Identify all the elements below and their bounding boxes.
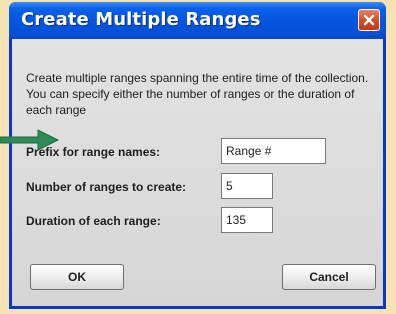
dialog-title: Create Multiple Ranges	[21, 9, 261, 30]
cancel-button[interactable]: Cancel	[282, 264, 376, 290]
arrow-right-icon	[0, 129, 60, 151]
close-button[interactable]	[358, 9, 380, 31]
count-label: Number of ranges to create:	[26, 180, 187, 194]
duration-label: Duration of each range:	[26, 214, 161, 228]
create-multiple-ranges-dialog: Create Multiple Ranges Create multiple r…	[9, 2, 386, 309]
duration-input[interactable]	[221, 207, 273, 233]
dialog-titlebar[interactable]: Create Multiple Ranges	[9, 2, 386, 39]
dialog-description: Create multiple ranges spanning the enti…	[26, 71, 369, 117]
ok-button[interactable]: OK	[30, 264, 124, 290]
count-input[interactable]	[221, 173, 273, 199]
dialog-body: Create multiple ranges spanning the enti…	[12, 39, 383, 306]
prefix-input[interactable]	[221, 138, 326, 164]
close-icon	[363, 14, 375, 26]
